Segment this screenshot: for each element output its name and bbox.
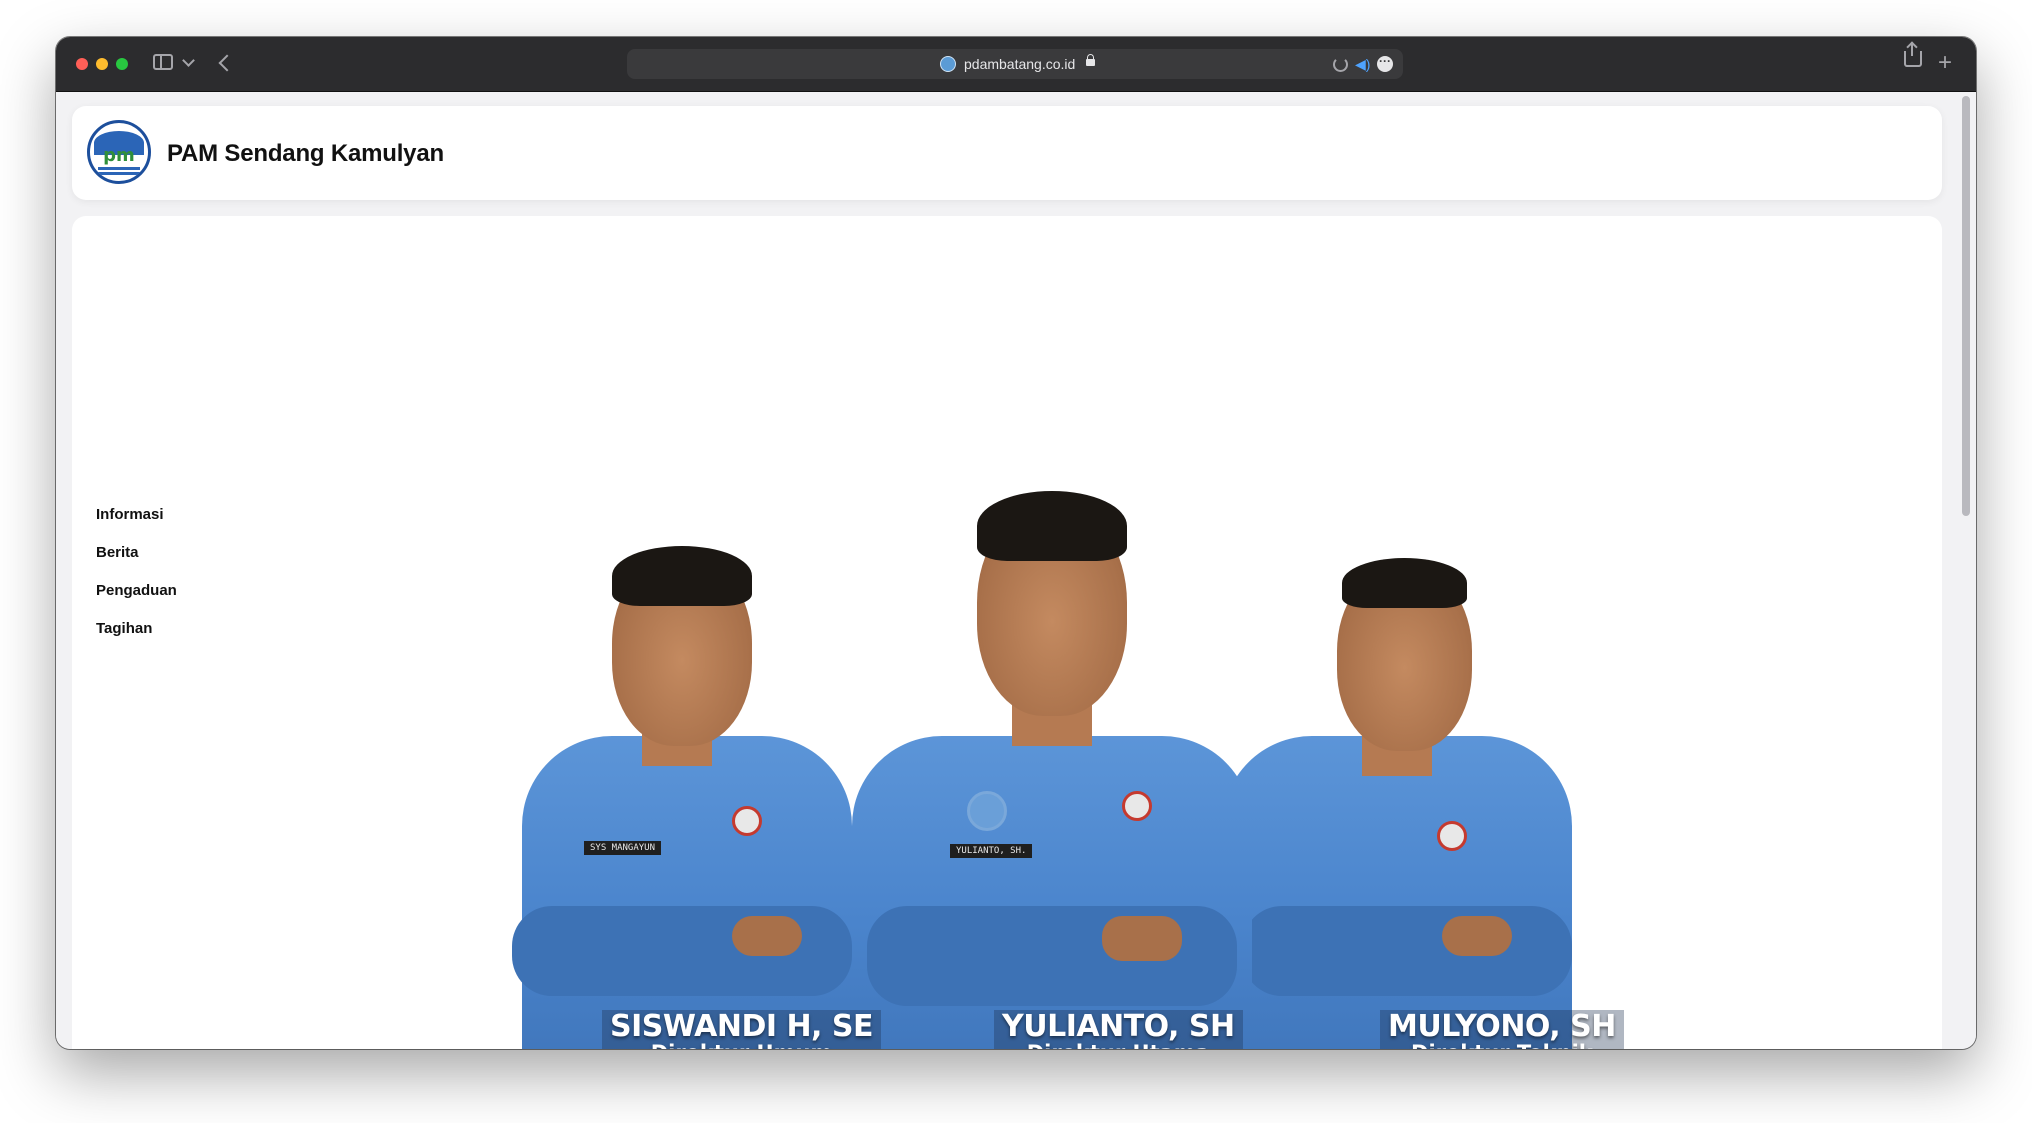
uniform-nameplate: YULIANTO, SH.: [950, 844, 1033, 858]
director-caption-center: YULIANTO, SH Direktur Utama: [994, 1010, 1243, 1049]
browser-toolbar: pdambatang.co.id ◀) ··· +: [56, 37, 1976, 92]
address-bar[interactable]: pdambatang.co.id ◀) ···: [627, 49, 1403, 79]
site-logo[interactable]: pm: [87, 120, 151, 184]
minimize-window-button[interactable]: [96, 58, 108, 70]
nav-item-informasi[interactable]: Informasi: [96, 506, 177, 544]
main-content: Informasi Berita Pengaduan Tagihan SYS M…: [72, 216, 1942, 1049]
nav-item-pengaduan[interactable]: Pengaduan: [96, 582, 177, 620]
browser-window: pdambatang.co.id ◀) ··· + pm PAM Sendang…: [56, 37, 1976, 1049]
hand: [1442, 916, 1512, 956]
logo-wave-shape: [98, 167, 140, 170]
hair: [977, 491, 1127, 561]
site-header: pm PAM Sendang Kamulyan: [72, 106, 1942, 200]
sidebar-toggle-icon[interactable]: [153, 54, 173, 70]
share-icon[interactable]: [1904, 43, 1922, 67]
crossed-arms: [512, 906, 852, 996]
director-role: Direktur Teknik: [1388, 1042, 1616, 1049]
logo-lettering: pm: [103, 145, 135, 166]
speaker-icon[interactable]: ◀): [1355, 56, 1370, 72]
uniform-nameplate: SYS MANGAYUN: [584, 841, 662, 855]
page-scrollbar[interactable]: [1962, 96, 1970, 516]
site-title[interactable]: PAM Sendang Kamulyan: [167, 140, 444, 168]
director-role: Direktur Utama: [1002, 1042, 1235, 1049]
hand: [1102, 916, 1182, 961]
director-caption-left: SISWANDI H, SE Direktur Umum: [602, 1010, 881, 1049]
director-left-figure: SYS MANGAYUN: [502, 516, 862, 1049]
logo-badge: [732, 806, 762, 836]
chevron-down-icon[interactable]: [182, 54, 195, 67]
url-text[interactable]: pdambatang.co.id: [964, 56, 1075, 72]
batang-badge: [967, 791, 1007, 831]
director-name: YULIANTO, SH: [1002, 1009, 1235, 1044]
uniform-shirt: [1222, 736, 1572, 1049]
site-favicon-icon: [940, 56, 956, 72]
director-name: SISWANDI H, SE: [610, 1009, 874, 1044]
uniform-shirt: [522, 736, 852, 1049]
hair: [612, 546, 752, 606]
zoom-window-button[interactable]: [116, 58, 128, 70]
page-viewport: pm PAM Sendang Kamulyan Informasi Berita…: [56, 92, 1976, 1049]
director-right-figure: [1222, 536, 1582, 1049]
close-window-button[interactable]: [76, 58, 88, 70]
lock-icon: [1086, 54, 1095, 66]
hand: [732, 916, 802, 956]
crossed-arms: [1242, 906, 1572, 996]
reload-icon[interactable]: [1333, 57, 1348, 72]
nav-item-tagihan[interactable]: Tagihan: [96, 620, 177, 658]
new-tab-icon[interactable]: +: [1938, 51, 1952, 75]
nav-item-berita[interactable]: Berita: [96, 544, 177, 582]
back-arrow-icon[interactable]: [218, 54, 236, 72]
more-options-icon[interactable]: ···: [1377, 55, 1393, 72]
logo-badge: [1122, 791, 1152, 821]
hair: [1342, 558, 1467, 608]
logo-badge: [1437, 821, 1467, 851]
side-navigation: Informasi Berita Pengaduan Tagihan: [96, 506, 177, 658]
directors-hero-image: SYS MANGAYUN YULIANTO, SH. SISWANDI H, S…: [462, 426, 1662, 1049]
director-center-figure: YULIANTO, SH.: [852, 466, 1252, 1049]
director-caption-right: MULYONO, SH Direktur Teknik: [1380, 1010, 1624, 1049]
director-name: MULYONO, SH: [1388, 1009, 1616, 1044]
crossed-arms: [867, 906, 1237, 1006]
